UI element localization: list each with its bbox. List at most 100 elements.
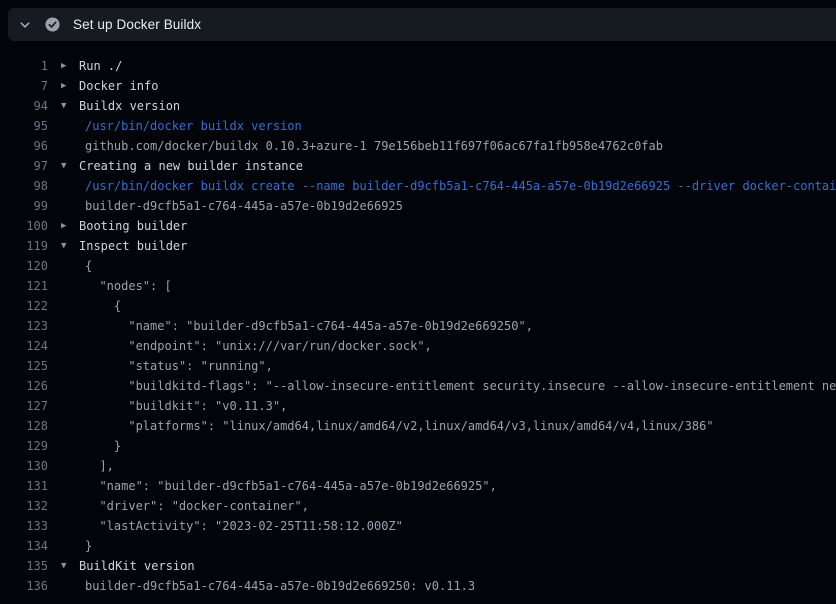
log-line[interactable]: 7 ▶ Docker info xyxy=(0,76,836,96)
line-number[interactable]: 134 xyxy=(0,536,48,556)
line-number[interactable]: 95 xyxy=(0,116,48,136)
line-number[interactable]: 100 xyxy=(0,216,48,236)
line-number[interactable]: 7 xyxy=(0,76,48,96)
step-header[interactable]: Set up Docker Buildx xyxy=(8,8,836,41)
log-line: 132 "driver": "docker-container", xyxy=(0,496,836,516)
log-line: 99 builder-d9cfb5a1-c764-445a-a57e-0b19d… xyxy=(0,196,836,216)
log-line-text: } xyxy=(79,536,92,556)
group-toggle-icon xyxy=(61,256,79,276)
log-line-text: "nodes": [ xyxy=(79,276,172,296)
group-toggle-icon[interactable]: ▶ xyxy=(61,216,79,236)
step-title: Set up Docker Buildx xyxy=(73,17,201,32)
group-toggle-icon[interactable]: ▼ xyxy=(61,96,79,116)
group-toggle-icon xyxy=(61,456,79,476)
group-toggle-icon xyxy=(61,396,79,416)
group-toggle-icon xyxy=(61,296,79,316)
group-toggle-icon xyxy=(61,536,79,556)
group-toggle-icon xyxy=(61,316,79,336)
group-toggle-icon xyxy=(61,576,79,596)
log-line[interactable]: 100 ▶ Booting builder xyxy=(0,216,836,236)
log-line: 125 "status": "running", xyxy=(0,356,836,376)
log-line-text: /usr/bin/docker buildx create --name bui… xyxy=(79,176,836,196)
log-line: 123 "name": "builder-d9cfb5a1-c764-445a-… xyxy=(0,316,836,336)
log-line-text: github.com/docker/buildx 0.10.3+azure-1 … xyxy=(79,136,663,156)
log-line[interactable]: 119 ▼ Inspect builder xyxy=(0,236,836,256)
log-line: 133 "lastActivity": "2023-02-25T11:58:12… xyxy=(0,516,836,536)
line-number[interactable]: 99 xyxy=(0,196,48,216)
line-number[interactable]: 136 xyxy=(0,576,48,596)
log-line-text: "lastActivity": "2023-02-25T11:58:12.000… xyxy=(79,516,403,536)
line-number[interactable]: 98 xyxy=(0,176,48,196)
group-toggle-icon xyxy=(61,136,79,156)
line-number[interactable]: 119 xyxy=(0,236,48,256)
log-line-text: Booting builder xyxy=(79,216,187,236)
group-toggle-icon[interactable]: ▶ xyxy=(61,76,79,96)
log-line-text: /usr/bin/docker buildx version xyxy=(79,116,302,136)
line-number[interactable]: 96 xyxy=(0,136,48,156)
line-number[interactable]: 128 xyxy=(0,416,48,436)
log-line-text: "platforms": "linux/amd64,linux/amd64/v2… xyxy=(79,416,714,436)
line-number[interactable]: 125 xyxy=(0,356,48,376)
line-number[interactable]: 135 xyxy=(0,556,48,576)
group-toggle-icon xyxy=(61,116,79,136)
log-line[interactable]: 135 ▼ BuildKit version xyxy=(0,556,836,576)
line-number[interactable]: 124 xyxy=(0,336,48,356)
log-line-text: "name": "builder-d9cfb5a1-c764-445a-a57e… xyxy=(79,476,497,496)
group-toggle-icon xyxy=(61,436,79,456)
log-line: 128 "platforms": "linux/amd64,linux/amd6… xyxy=(0,416,836,436)
line-number[interactable]: 131 xyxy=(0,476,48,496)
group-toggle-icon xyxy=(61,356,79,376)
line-number[interactable]: 121 xyxy=(0,276,48,296)
log-line: 120 { xyxy=(0,256,836,276)
line-number[interactable]: 133 xyxy=(0,516,48,536)
group-toggle-icon xyxy=(61,376,79,396)
line-number[interactable]: 129 xyxy=(0,436,48,456)
group-toggle-icon xyxy=(61,276,79,296)
line-number[interactable]: 94 xyxy=(0,96,48,116)
log-line: 122 { xyxy=(0,296,836,316)
log-line: 98 /usr/bin/docker buildx create --name … xyxy=(0,176,836,196)
log-viewer: 1 ▶ Run ./ 7 ▶ Docker info 94 ▼ Buildx v… xyxy=(0,56,836,596)
group-toggle-icon xyxy=(61,196,79,216)
log-line: 121 "nodes": [ xyxy=(0,276,836,296)
log-line-text: { xyxy=(79,256,92,276)
group-toggle-icon[interactable]: ▼ xyxy=(61,556,79,576)
line-number[interactable]: 120 xyxy=(0,256,48,276)
line-number[interactable]: 130 xyxy=(0,456,48,476)
log-line-text: "status": "running", xyxy=(79,356,273,376)
log-line: 136 builder-d9cfb5a1-c764-445a-a57e-0b19… xyxy=(0,576,836,596)
log-line-text: "buildkitd-flags": "--allow-insecure-ent… xyxy=(79,376,836,396)
group-toggle-icon[interactable]: ▼ xyxy=(61,156,79,176)
line-number[interactable]: 122 xyxy=(0,296,48,316)
line-number[interactable]: 1 xyxy=(0,56,48,76)
chevron-down-icon[interactable] xyxy=(19,19,31,31)
line-number[interactable]: 127 xyxy=(0,396,48,416)
log-line: 127 "buildkit": "v0.11.3", xyxy=(0,396,836,416)
group-toggle-icon xyxy=(61,496,79,516)
group-toggle-icon xyxy=(61,476,79,496)
check-circle-icon xyxy=(45,17,60,32)
log-line: 134 } xyxy=(0,536,836,556)
log-line-text: { xyxy=(79,296,121,316)
log-line-text: Docker info xyxy=(79,76,158,96)
log-line-text: Inspect builder xyxy=(79,236,187,256)
log-line: 124 "endpoint": "unix:///var/run/docker.… xyxy=(0,336,836,356)
log-line-text: "endpoint": "unix:///var/run/docker.sock… xyxy=(79,336,432,356)
log-line[interactable]: 97 ▼ Creating a new builder instance xyxy=(0,156,836,176)
line-number[interactable]: 97 xyxy=(0,156,48,176)
log-line: 130 ], xyxy=(0,456,836,476)
log-line-text: "buildkit": "v0.11.3", xyxy=(79,396,287,416)
log-line[interactable]: 94 ▼ Buildx version xyxy=(0,96,836,116)
log-line-text: Buildx version xyxy=(79,96,180,116)
group-toggle-icon[interactable]: ▼ xyxy=(61,236,79,256)
log-line-text: } xyxy=(79,436,121,456)
line-number[interactable]: 123 xyxy=(0,316,48,336)
line-number[interactable]: 132 xyxy=(0,496,48,516)
group-toggle-icon xyxy=(61,516,79,536)
line-number[interactable]: 126 xyxy=(0,376,48,396)
log-line: 126 "buildkitd-flags": "--allow-insecure… xyxy=(0,376,836,396)
log-line-text: BuildKit version xyxy=(79,556,195,576)
log-line-text: Run ./ xyxy=(79,56,122,76)
group-toggle-icon[interactable]: ▶ xyxy=(61,56,79,76)
log-line[interactable]: 1 ▶ Run ./ xyxy=(0,56,836,76)
